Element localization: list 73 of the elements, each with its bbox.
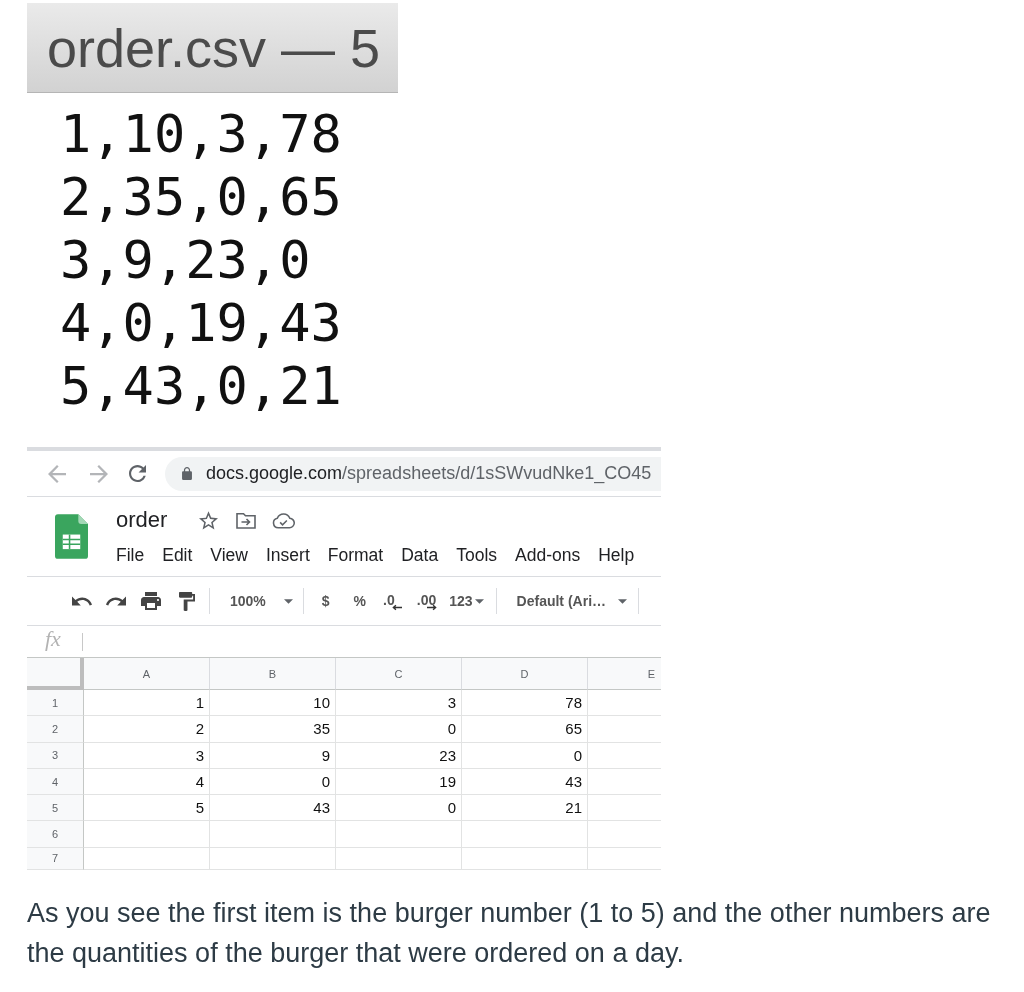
row-header[interactable]: 7 <box>27 847 84 870</box>
menu-item[interactable]: Help <box>598 544 635 566</box>
document-title[interactable]: order <box>116 507 168 533</box>
row-header[interactable]: 5 <box>27 795 84 822</box>
left-arrow-icon <box>391 604 402 611</box>
row-header[interactable]: 1 <box>27 690 84 717</box>
menu-item[interactable]: File <box>116 544 145 566</box>
table-cell: 65 <box>462 716 588 743</box>
caret-icon <box>618 598 628 604</box>
column-header[interactable]: D <box>462 658 588 690</box>
table-cell: 9 <box>210 742 336 769</box>
window-title: order.csv — 5 <box>47 16 381 79</box>
table-cell: 0 <box>336 716 462 743</box>
table-cell: 3 <box>84 742 210 769</box>
table-cell: 0 <box>210 768 336 796</box>
star-icon[interactable] <box>199 510 219 530</box>
row-header[interactable]: 4 <box>27 768 84 796</box>
undo-icon[interactable] <box>72 596 92 606</box>
code-line: 3,9,23,0 <box>60 229 312 292</box>
right-arrow-icon <box>427 604 438 611</box>
menu-item[interactable]: Tools <box>456 544 498 566</box>
column-header[interactable]: E <box>588 658 661 690</box>
paint-roller-icon[interactable] <box>179 591 195 611</box>
cloud-check-icon[interactable] <box>272 511 296 529</box>
row-header[interactable]: 3 <box>27 742 84 769</box>
table-cell: 3 <box>336 690 462 717</box>
address-bar[interactable]: docs.google.com/spreadsheets/d/1sSWvudNke1_CO45 <box>165 456 661 491</box>
lock-icon <box>182 467 192 480</box>
caret-icon <box>474 598 484 604</box>
code-line: 1,10,3,78 <box>60 103 343 166</box>
zoom-dropdown[interactable]: 100% <box>230 592 293 610</box>
table-cell: 43 <box>210 795 336 822</box>
table-cell: 1 <box>84 690 210 717</box>
column-header[interactable]: C <box>336 658 462 690</box>
redo-icon[interactable] <box>106 596 126 606</box>
menu-item[interactable]: Insert <box>266 544 310 566</box>
table-cell: 2 <box>84 716 210 743</box>
menu-item[interactable]: View <box>210 544 248 566</box>
reload-icon[interactable] <box>129 465 146 482</box>
formula-label: fx <box>45 626 61 651</box>
increase-decimal-button[interactable]: .00 <box>416 591 438 611</box>
column-header[interactable]: A <box>84 658 210 690</box>
code-line: 5,43,0,21 <box>60 355 343 418</box>
menu-item[interactable]: Data <box>401 544 439 566</box>
table-cell: 4 <box>84 768 210 796</box>
table-cell: 23 <box>336 742 462 769</box>
folder-arrow-icon[interactable] <box>236 511 257 529</box>
spreadsheet-icon <box>55 514 88 559</box>
caption-text: As you see the first item is the burger number (1 to 5) and the other numbers are the quantities of the burger that were ordered on a day. <box>27 896 992 970</box>
number-format-dropdown[interactable]: 123 <box>449 592 484 610</box>
printer-icon[interactable] <box>141 592 161 610</box>
code-line: 2,35,0,65 <box>60 166 343 229</box>
code-line: 4,0,19,43 <box>60 292 343 355</box>
menu-item[interactable]: Edit <box>162 544 193 566</box>
table-cell: 10 <box>210 690 336 717</box>
row-header[interactable]: 6 <box>27 821 84 848</box>
menu-item[interactable]: Add-ons <box>515 544 581 566</box>
decrease-decimal-button[interactable]: .0 <box>383 591 402 611</box>
table-cell: 78 <box>462 690 588 717</box>
percent-format-button[interactable]: % <box>353 592 367 610</box>
table-cell: 0 <box>462 742 588 769</box>
currency-format-button[interactable]: $ <box>321 592 330 610</box>
table-cell: 35 <box>210 716 336 743</box>
table-cell: 0 <box>336 795 462 822</box>
menu-item[interactable]: Format <box>327 544 384 566</box>
caret-icon <box>283 598 293 604</box>
column-header[interactable]: B <box>210 658 336 690</box>
table-cell: 19 <box>336 768 462 796</box>
row-header[interactable]: 2 <box>27 716 84 743</box>
table-cell: 21 <box>462 795 588 822</box>
table-cell: 43 <box>462 768 588 796</box>
table-cell: 5 <box>84 795 210 822</box>
font-dropdown[interactable]: Default (Ari… <box>516 592 628 610</box>
